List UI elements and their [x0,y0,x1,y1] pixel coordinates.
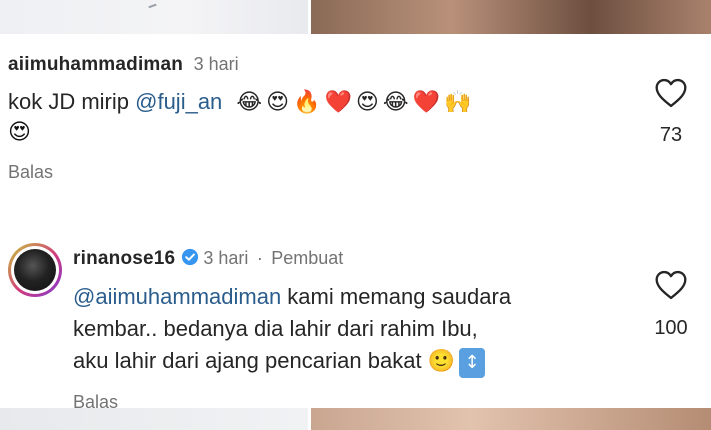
mention-link[interactable]: @fuji_an [135,89,222,114]
comment-timestamp: 3 hari [193,54,239,74]
emoji: 🙂 [427,349,456,374]
emoji-group: 😂 😍 🔥 ❤️ 😍 😂 ❤️ 🙌 [236,89,475,115]
comment-text: @aiimuhammadiman kami memang saudara kem… [73,281,633,378]
emoji: 😂 [382,90,409,115]
comment-text-line3: aku lahir dari ajang pencarian bakat [73,348,428,373]
emoji: 😂 [236,90,263,115]
post-thumbnail[interactable] [0,0,308,34]
meta-separator: · [256,248,263,268]
post-thumbnail[interactable] [311,408,711,430]
comment-text-prefix: kok JD mirip [8,89,136,114]
comment-text: kok JD mirip @fuji_an 😂 😍 🔥 ❤️ 😍 😂 ❤️ 🙌 [8,86,628,118]
emoji: 😍 [8,120,31,145]
like-count: 73 [659,124,683,146]
top-image-strip [0,0,711,34]
comment-item: rinanose16 3 hari · Pembuat @aiimuhammad… [73,243,633,413]
like-heart-icon[interactable] [654,78,688,108]
emoji: 😍 [355,90,379,115]
verified-badge-icon [182,248,199,266]
mention-link[interactable]: @aiimuhammadiman [73,284,281,309]
comment-item: aiimuhammadiman 3 hari kok JD mirip @fuj… [8,50,628,183]
bottom-image-strip [0,408,711,430]
emoji: ↕ [459,348,486,378]
emoji: ❤️ [412,90,440,115]
emoji: ❤️ [324,90,352,115]
reply-button[interactable]: Balas [8,162,628,183]
comment-text-line2: 😍 [8,118,628,148]
comment-username[interactable]: rinanose16 [73,248,175,269]
emoji: 😍 [266,90,290,115]
comment-text-line1: kami memang saudara [281,284,512,309]
comment-text-line2: kembar.. bedanya dia lahir dari rahim Ib… [73,316,478,341]
comment-username[interactable]: aiimuhammadiman [8,54,183,75]
avatar[interactable] [8,243,62,297]
comment-timestamp: 3 hari [203,248,249,268]
like-heart-icon[interactable] [654,270,688,300]
post-thumbnail[interactable] [0,408,308,430]
emoji: 🔥 [293,90,321,115]
creator-label: Pembuat [271,248,344,268]
emoji: 🙌 [443,90,472,115]
like-count: 100 [654,317,688,339]
image-detail [147,0,157,9]
post-thumbnail[interactable] [311,0,711,34]
